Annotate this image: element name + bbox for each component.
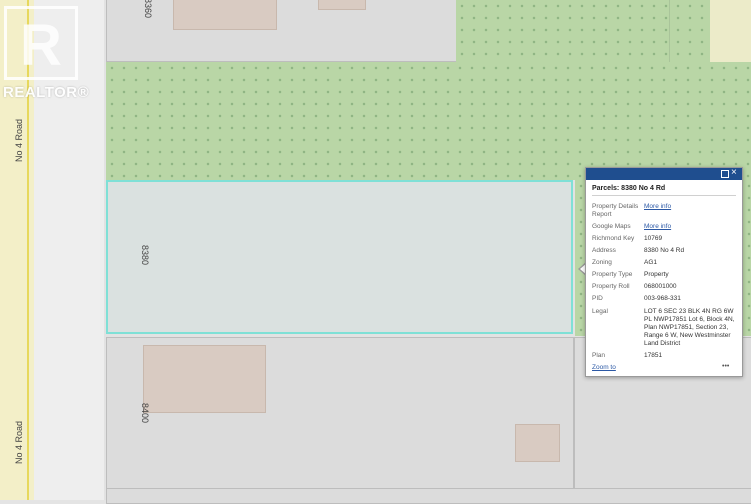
building-8360-b bbox=[318, 0, 366, 10]
label-google-maps: Google Maps bbox=[592, 223, 631, 230]
value-address: 8380 No 4 Rd bbox=[644, 247, 685, 254]
label-richmond-key: Richmond Key bbox=[592, 235, 635, 242]
label-property-type: Property Type bbox=[592, 271, 633, 278]
address-label-8380: 8380 bbox=[140, 245, 150, 266]
label-address: Address bbox=[592, 247, 616, 254]
realtor-watermark: R REALTOR® bbox=[0, 2, 90, 102]
value-zoning: AG1 bbox=[644, 259, 658, 266]
road-label-bottom: No 4 Road bbox=[14, 420, 24, 464]
value-pid: 003-968-331 bbox=[644, 295, 681, 302]
right-parcel bbox=[710, 0, 751, 62]
realtor-wordmark: REALTOR® bbox=[3, 84, 90, 101]
value-richmond-key: 10769 bbox=[644, 235, 663, 242]
google-maps-link[interactable]: More info bbox=[644, 223, 736, 231]
label-zoning: Zoning bbox=[592, 259, 612, 266]
selected-parcel-8380[interactable] bbox=[106, 180, 573, 334]
label-plan: Plan bbox=[592, 352, 606, 359]
parcel-info-popup: × Parcels: 8380 No 4 Rd Property Details… bbox=[585, 167, 743, 377]
agricultural-zone bbox=[106, 62, 751, 180]
building-8360-a bbox=[173, 0, 277, 30]
address-label-8400: 8400 bbox=[140, 403, 150, 424]
label-property-details-report: Property Details Report bbox=[592, 203, 639, 218]
building-8400-b bbox=[515, 424, 560, 462]
popup-divider bbox=[592, 195, 736, 196]
value-property-type: Property bbox=[644, 271, 669, 278]
value-plan: 17851 bbox=[644, 352, 663, 359]
more-actions-button[interactable]: ••• bbox=[722, 363, 729, 370]
value-property-roll: 068001000 bbox=[644, 283, 677, 290]
popup-header-bar bbox=[586, 168, 742, 180]
value-legal: LOT 6 SEC 23 BLK 4N RG 6W PL NWP17851 Lo… bbox=[644, 308, 735, 347]
close-icon[interactable]: × bbox=[731, 167, 737, 179]
road-label-top: No 4 Road bbox=[14, 118, 24, 162]
label-property-roll: Property Roll bbox=[592, 283, 630, 290]
parcel-bottom[interactable] bbox=[106, 488, 751, 504]
label-pid: PID bbox=[592, 295, 603, 302]
maximize-icon[interactable] bbox=[721, 170, 729, 178]
popup-title: Parcels: 8380 No 4 Rd bbox=[592, 185, 666, 192]
zoom-to-link[interactable]: Zoom to bbox=[592, 364, 616, 371]
address-label-8360: 8360 bbox=[143, 0, 153, 19]
lot-line bbox=[669, 0, 670, 62]
agricultural-zone-top bbox=[456, 0, 751, 62]
property-details-link[interactable]: More info bbox=[644, 203, 736, 211]
label-legal: Legal bbox=[592, 308, 608, 315]
realtor-logo-letter: R bbox=[20, 13, 62, 78]
building-8400-a bbox=[143, 345, 266, 413]
